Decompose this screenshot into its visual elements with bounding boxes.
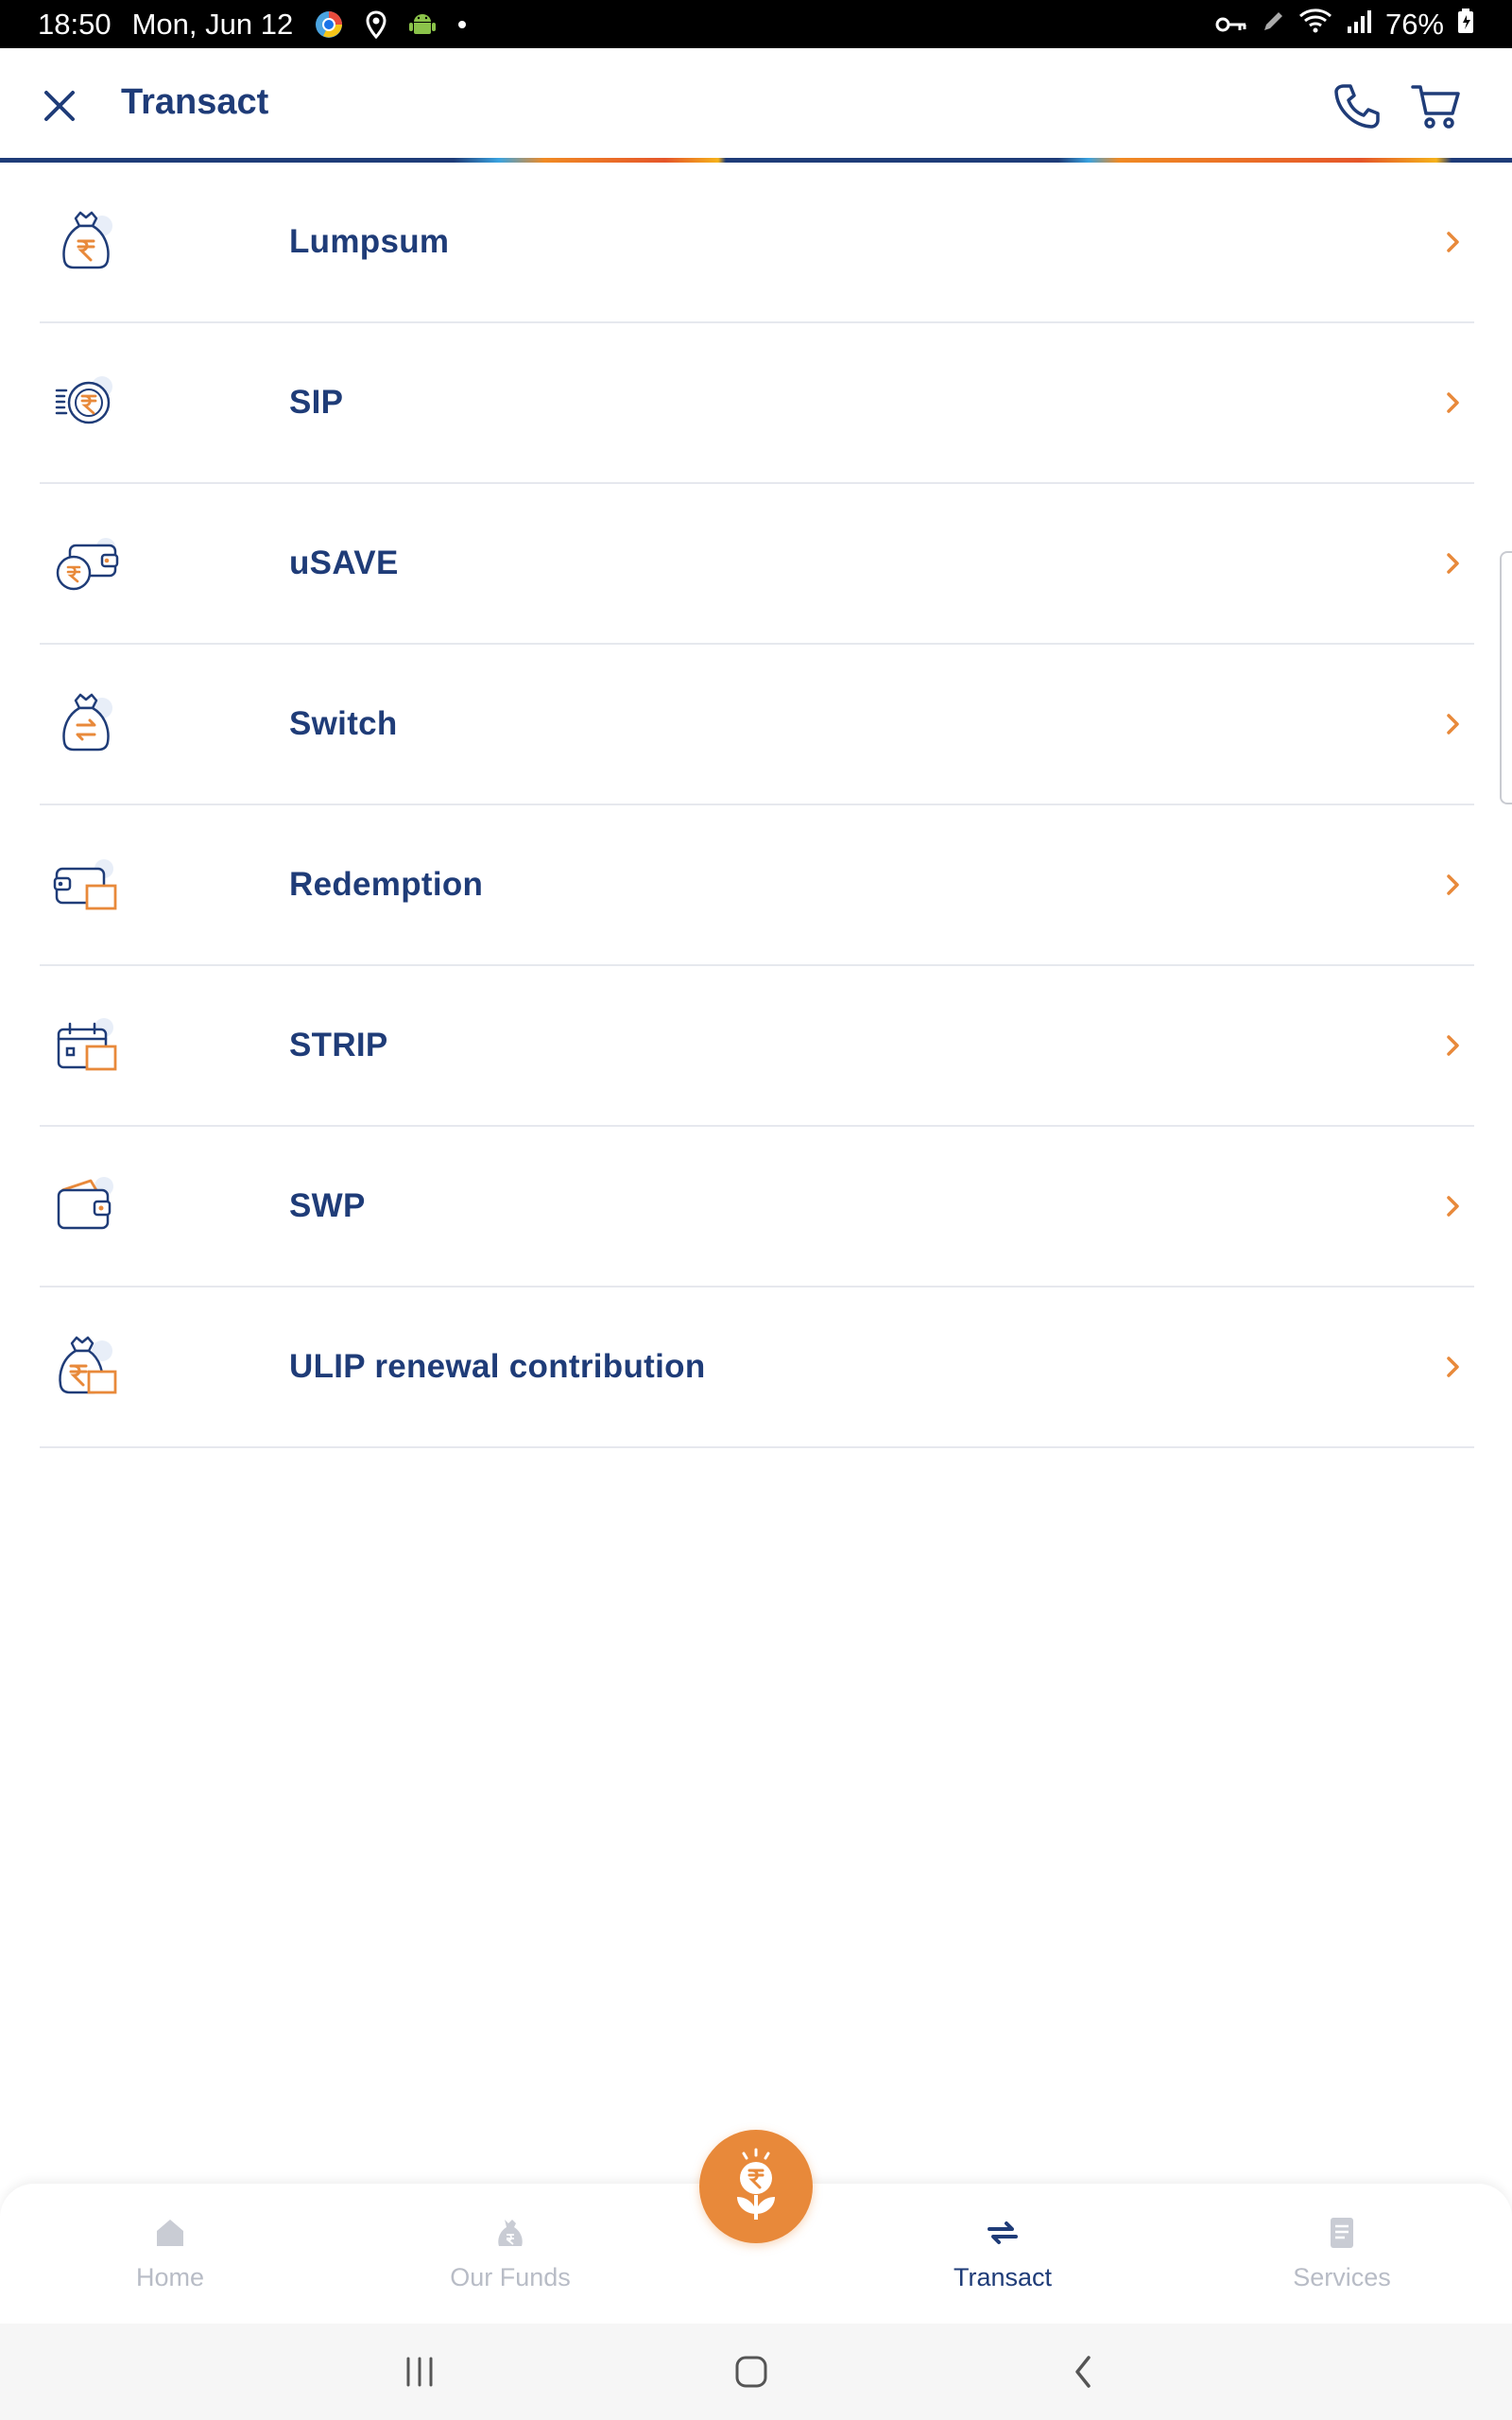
nav-label: Transact (953, 2263, 1053, 2291)
money-bag-switch-icon (62, 693, 112, 752)
menu-item-strip[interactable]: STRIP (40, 966, 1474, 1127)
document-icon (1331, 2218, 1353, 2248)
nav-transact[interactable]: Transact (861, 2184, 1144, 2324)
chevron-right-icon (1447, 714, 1459, 735)
nav-services[interactable]: Services (1200, 2184, 1484, 2324)
money-bag-renew-icon (59, 1336, 117, 1394)
status-date: Mon, Jun 12 (131, 7, 294, 41)
system-navigation-bar (0, 2324, 1512, 2420)
menu-item-lumpsum[interactable]: Lumpsum (40, 163, 1474, 323)
wallet-icon (57, 1177, 113, 1230)
calendar-icon (57, 1018, 117, 1071)
close-icon (44, 91, 75, 121)
status-bar: 18:50 Mon, Jun 12 76% (0, 0, 1512, 48)
menu-item-label: SWP (289, 1187, 366, 1224)
edge-panel-handle[interactable] (1500, 551, 1512, 804)
nav-home[interactable]: Home (28, 2184, 312, 2324)
rupee-plant-icon (737, 2148, 775, 2220)
nav-label: Services (1293, 2263, 1391, 2291)
call-button[interactable] (1331, 80, 1382, 131)
close-button[interactable] (38, 84, 81, 128)
phone-icon (1334, 84, 1380, 129)
menu-item-redemption[interactable]: Redemption (40, 805, 1474, 966)
menu-item-usave[interactable]: uSAVE (40, 484, 1474, 645)
menu-item-label: SIP (289, 384, 344, 421)
location-icon (365, 9, 387, 39)
cart-button[interactable] (1410, 80, 1463, 131)
nav-label: Home (135, 2263, 205, 2291)
signal-icon (1346, 8, 1372, 42)
cart-icon (1411, 85, 1460, 129)
menu-item-sip[interactable]: SIP (40, 323, 1474, 484)
chevron-right-icon (1447, 1035, 1459, 1056)
funds-bag-icon (498, 2220, 523, 2246)
recent-apps-button[interactable] (391, 2350, 448, 2394)
menu-item-label: Redemption (289, 866, 484, 903)
menu-item-swp[interactable]: SWP (40, 1127, 1474, 1288)
wifi-icon (1298, 8, 1332, 42)
menu-item-label: Lumpsum (289, 223, 450, 260)
app-header: Transact (0, 48, 1512, 161)
recent-apps-icon (406, 2357, 433, 2387)
nav-label: Our Funds (450, 2263, 571, 2291)
money-bag-rupee-icon (62, 211, 112, 269)
menu-item-label: ULIP renewal contribution (289, 1348, 706, 1385)
chevron-right-icon (1447, 392, 1459, 413)
menu-item-label: STRIP (289, 1027, 388, 1063)
back-chevron-icon (1075, 2356, 1091, 2388)
chevron-right-icon (1447, 553, 1459, 574)
page-title: Transact (121, 82, 269, 122)
home-button[interactable] (723, 2350, 780, 2394)
android-icon (408, 10, 437, 39)
chevron-right-icon (1447, 232, 1459, 252)
back-button[interactable] (1055, 2350, 1111, 2394)
wallet-redeem-icon (53, 859, 117, 910)
notification-dot-icon (457, 20, 467, 29)
home-circle-icon (735, 2356, 767, 2388)
chevron-right-icon (1447, 874, 1459, 895)
nav-our-funds[interactable]: Our Funds (369, 2184, 652, 2324)
status-time: 18:50 (38, 7, 112, 41)
transfer-arrows-icon (988, 2221, 1018, 2244)
battery-icon (1457, 8, 1474, 42)
battery-percent: 76% (1384, 7, 1444, 41)
vpn-key-icon (1215, 8, 1247, 42)
sip-coin-icon (55, 376, 112, 424)
invest-fab-button[interactable] (699, 2130, 813, 2243)
menu-item-switch[interactable]: Switch (40, 645, 1474, 805)
menu-item-ulip-renewal[interactable]: ULIP renewal contribution (40, 1288, 1474, 1448)
menu-item-label: Switch (289, 705, 398, 742)
home-icon (157, 2220, 183, 2246)
wallet-coin-icon (56, 538, 119, 591)
menu-item-label: uSAVE (289, 544, 399, 581)
chevron-right-icon (1447, 1357, 1459, 1377)
chevron-right-icon (1447, 1196, 1459, 1217)
chrome-like-app-icon (314, 9, 344, 40)
pen-icon (1261, 8, 1285, 42)
transact-menu-list: Lumpsum SIP uSAVE Switch Redemption STRI… (40, 163, 1474, 1448)
